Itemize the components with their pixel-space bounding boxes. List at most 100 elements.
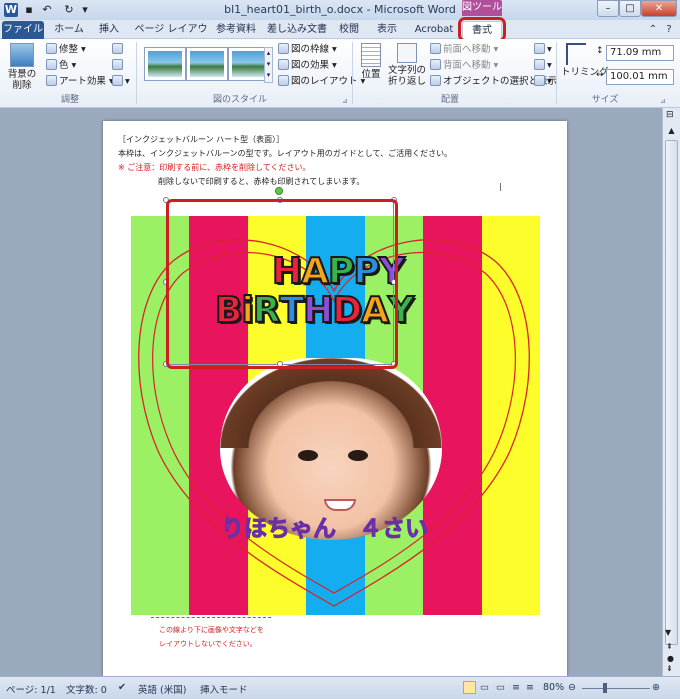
footer-note-2: レイアウトしないでください。 <box>159 640 257 648</box>
window-title: bl1_heart01_birth_o.docx - Microsoft Wor… <box>224 3 456 16</box>
position-button[interactable]: 位置 <box>358 43 384 81</box>
styles-dialog-launcher-icon[interactable]: ⊿ <box>342 95 348 107</box>
crop-button[interactable]: トリミング <box>561 43 609 79</box>
tab-view[interactable]: 表示 <box>370 21 404 39</box>
tab-mailings[interactable]: 差し込み文書 <box>264 21 330 39</box>
remove-background-label: 背景の 削除 <box>7 69 37 91</box>
previous-page-icon[interactable]: ⇞ <box>666 642 673 651</box>
artistic-effects-button[interactable]: アート効果 ▾ <box>46 75 114 88</box>
width-spinner[interactable]: 100.01 mm <box>606 69 674 85</box>
zoom-slider[interactable] <box>582 688 650 689</box>
ribbon: 背景の 削除 修整 ▾ 色 ▾ アート効果 ▾ ▾ 調整 ▴ ▾ ▾ 図の枠線 ▾ … <box>0 39 680 108</box>
tab-page-layout[interactable]: ページ レイアウト <box>130 21 212 52</box>
bring-forward-button[interactable]: 前面へ移動 ▾ <box>430 43 498 56</box>
send-backward-icon <box>430 59 441 70</box>
group-divider <box>556 42 557 104</box>
document-page[interactable]: ［インクジェットバルーン ハート型（表面）］ 本枠は、インクジェットバルーンの型… <box>103 121 567 676</box>
position-icon <box>361 43 381 67</box>
corrections-button[interactable]: 修整 ▾ <box>46 43 86 56</box>
proofing-icon[interactable]: ✔ <box>118 682 126 693</box>
browse-object-icon[interactable]: ● <box>667 654 674 663</box>
maximize-button[interactable]: □ <box>619 0 641 17</box>
picture-style-2[interactable] <box>186 47 228 81</box>
picture-border-label: 図の枠線 <box>291 44 330 55</box>
margin-marker <box>500 183 501 191</box>
doc-description: 本枠は、インクジェットバルーンの型です。レイアウト用のガイドとして、ご活用くださ… <box>118 149 453 158</box>
compress-pictures-icon[interactable] <box>112 43 125 56</box>
print-layout-icon[interactable] <box>463 681 476 694</box>
zoom-level[interactable]: 80% <box>543 682 564 693</box>
doc-warning: ※ ご注意：印刷する前に、赤枠を削除してください。 <box>118 163 311 172</box>
next-page-icon[interactable]: ⇟ <box>666 664 673 673</box>
minimize-ribbon-icon[interactable]: ⌃ <box>646 21 660 39</box>
page-count[interactable]: ページ: 1/1 <box>6 682 56 696</box>
artistic-effects-label: アート効果 <box>59 76 106 87</box>
tab-home[interactable]: ホーム <box>48 21 90 39</box>
arrange-group-label: 配置 <box>440 95 459 105</box>
rotate-handle[interactable] <box>275 187 283 195</box>
align-icon[interactable]: ▾ <box>534 43 552 56</box>
wrap-text-icon <box>397 43 417 63</box>
title-bar: W ▪ ↶ ↻ ▾ bl1_heart01_birth_o.docx - Mic… <box>0 0 680 20</box>
adjust-group-label: 調整 <box>60 95 79 105</box>
full-screen-icon[interactable]: ▭ <box>480 682 489 693</box>
status-bar: ページ: 1/1 文字数: 0 ✔ 英語 (米国) 挿入モード ▭ ▭ ≡ ≡ … <box>0 676 680 699</box>
vertical-scrollbar[interactable]: ⊟ ▲ ▼ ⇞ ● ⇟ <box>662 108 680 676</box>
minimize-button[interactable]: – <box>597 0 619 17</box>
remove-background-button[interactable]: 背景の 削除 <box>6 43 38 91</box>
picture-style-1[interactable] <box>144 47 186 81</box>
tab-insert[interactable]: 挿入 <box>92 21 126 39</box>
color-button[interactable]: 色 ▾ <box>46 59 76 72</box>
send-backward-button[interactable]: 背面へ移動 ▾ <box>430 59 498 72</box>
style-gallery-scroll[interactable]: ▴ ▾ ▾ <box>264 47 273 83</box>
group-divider <box>136 42 137 104</box>
wrap-text-label: 文字列の 折り返し <box>388 65 427 87</box>
guide-line <box>151 617 271 618</box>
picture-effects-button[interactable]: 図の効果 ▾ <box>278 59 337 72</box>
size-dialog-launcher-icon[interactable]: ⊿ <box>660 95 666 107</box>
rotate-icon[interactable]: ▾ <box>534 75 552 88</box>
doc-heading: ［インクジェットバルーン ハート型（表面）］ <box>118 135 285 144</box>
zoom-in-icon[interactable]: ⊕ <box>652 682 660 693</box>
word-count[interactable]: 文字数: 0 <box>66 682 107 696</box>
tab-review[interactable]: 校閲 <box>334 21 364 39</box>
corrections-icon <box>46 43 57 54</box>
ruler-toggle-icon[interactable]: ⊟ <box>666 110 674 120</box>
tab-acrobat[interactable]: Acrobat <box>410 21 458 39</box>
language[interactable]: 英語 (米国) <box>138 682 186 696</box>
picture-effects-icon <box>278 59 289 70</box>
scroll-down-icon[interactable]: ▼ <box>665 628 671 637</box>
artistic-effects-icon <box>46 75 57 86</box>
picture-border-button[interactable]: 図の枠線 ▾ <box>278 43 337 56</box>
web-layout-icon[interactable]: ▭ <box>496 682 505 693</box>
width-icon: ↔ <box>596 70 604 80</box>
scroll-up-icon[interactable]: ▲ <box>665 126 678 138</box>
picture-effects-label: 図の効果 <box>291 60 330 71</box>
group-icon[interactable]: ▾ <box>534 59 552 72</box>
styles-group-label: 図のスタイル <box>212 95 267 105</box>
height-spinner[interactable]: 71.09 mm <box>606 45 674 61</box>
size-group-label: サイズ <box>591 95 619 105</box>
change-picture-icon[interactable] <box>112 59 125 72</box>
zoom-slider-thumb[interactable] <box>603 683 607 693</box>
insert-mode[interactable]: 挿入モード <box>200 682 248 696</box>
color-label: 色 <box>59 60 69 71</box>
scroll-thumb[interactable] <box>665 140 678 645</box>
help-icon[interactable]: ? <box>662 21 676 39</box>
draft-icon[interactable]: ≡ <box>526 682 534 693</box>
zoom-out-icon[interactable]: ⊖ <box>568 682 576 693</box>
outline-icon[interactable]: ≡ <box>512 682 520 693</box>
wrap-text-button[interactable]: 文字列の 折り返し <box>388 43 426 87</box>
tab-references[interactable]: 参考資料 <box>212 21 260 39</box>
ribbon-tabs: ファイル ホーム 挿入 ページ レイアウト 参考資料 差し込み文書 校閲 表示 … <box>0 20 680 52</box>
remove-background-icon <box>10 43 34 67</box>
reset-picture-icon[interactable]: ▾ <box>112 75 130 88</box>
close-button[interactable]: ✕ <box>641 0 677 17</box>
position-label: 位置 <box>361 69 381 80</box>
footer-note-1: この線より下に画像や文字などを <box>159 626 264 634</box>
bring-forward-label: 前面へ移動 <box>443 44 491 55</box>
picture-layout-icon <box>278 75 289 86</box>
doc-warning-2: 削除しないで印刷すると、赤枠も印刷されてしまいます。 <box>158 177 365 186</box>
picture-tools-label: 図ツール <box>462 0 502 16</box>
tab-file[interactable]: ファイル <box>2 21 44 39</box>
